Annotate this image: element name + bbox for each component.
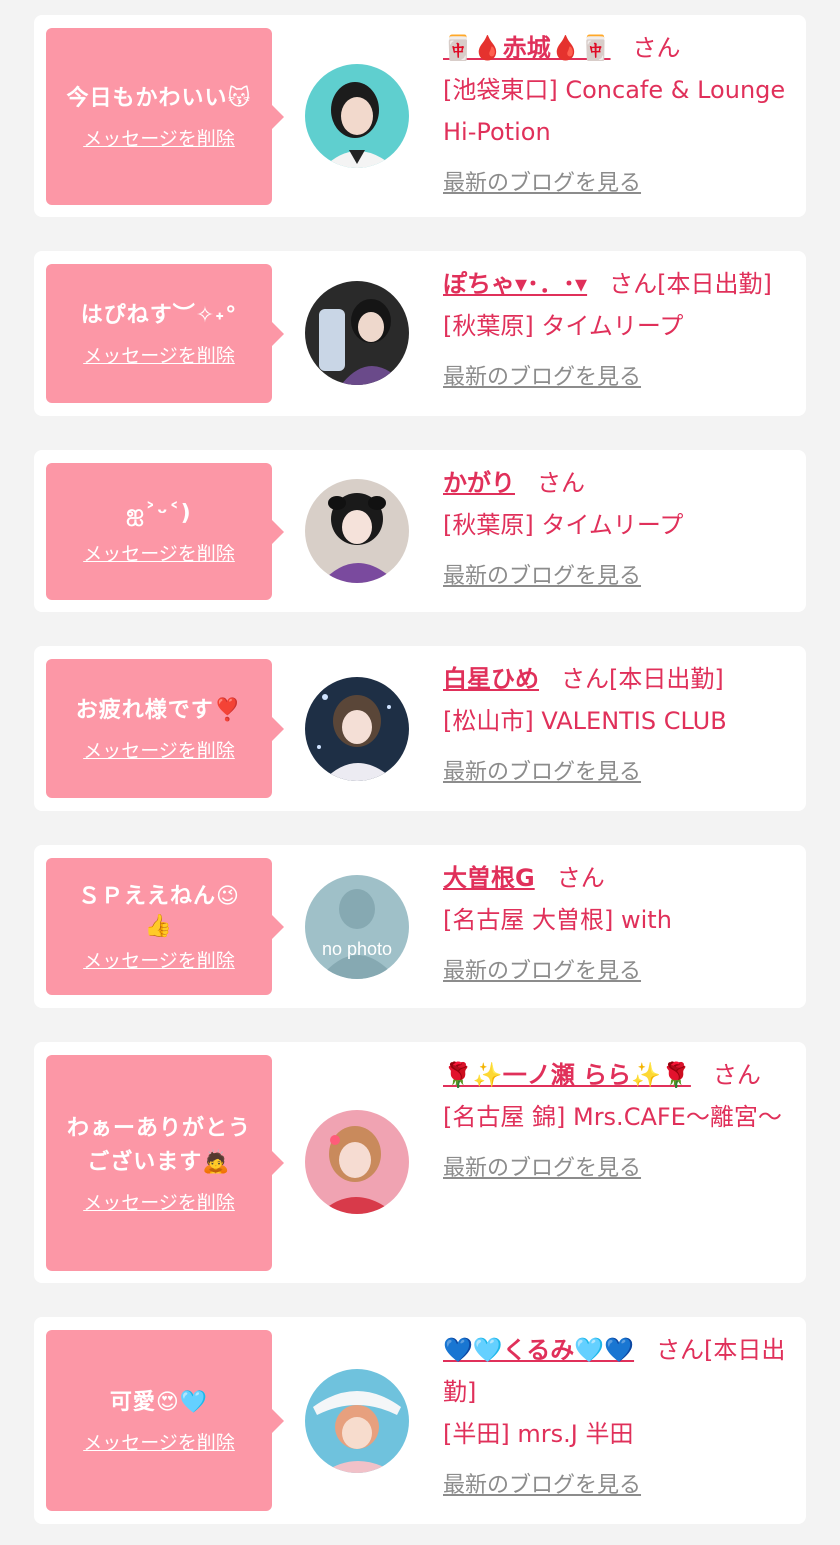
store-name: [名古屋 錦] Mrs.CAFE〜離宮〜: [443, 1103, 782, 1131]
message-card: 今日もかわいい😽 メッセージを削除 🀄🩸赤城🩸🀄 さん [池袋東口] Concaf…: [34, 15, 806, 217]
store-name: [秋葉原] タイムリープ: [443, 312, 684, 340]
cast-info: 🌹✨一ノ瀬 らら✨🌹 さん [名古屋 錦] Mrs.CAFE〜離宮〜 最新のブログ…: [443, 1054, 795, 1182]
name-suffix: さん: [556, 864, 605, 892]
avatar[interactable]: [305, 64, 409, 168]
cast-info: 大曽根G さん [名古屋 大曽根] with 最新のブログを見る: [443, 857, 795, 985]
cast-info: ぽちゃ▾･．･▾ さん[本日出勤] [秋葉原] タイムリープ 最新のブログを見る: [443, 263, 795, 391]
message-text: ஐ˃ᵕ˂): [126, 501, 192, 526]
latest-blog-link[interactable]: 最新のブログを見る: [443, 1467, 641, 1499]
message-text: 可愛😍🩵: [109, 1390, 209, 1415]
cast-name-link[interactable]: 💙🩵くるみ🩵💙: [443, 1336, 634, 1364]
cast-info: かがり さん [秋葉原] タイムリープ 最新のブログを見る: [443, 462, 795, 590]
message-text: ございます🙇: [87, 1149, 231, 1175]
name-suffix: さん: [712, 1061, 761, 1089]
avatar-photo: [305, 677, 409, 781]
avatar-photo: [305, 64, 409, 168]
message-bubble: はぴねす︶✧˖° メッセージを削除: [46, 264, 284, 403]
message-card: ＳＰええねん😉 👍 メッセージを削除 no photo 大曽根G さん [名古屋 …: [34, 845, 806, 1008]
avatar-photo: [305, 479, 409, 583]
store-name: [松山市] VALENTIS CLUB: [443, 707, 727, 735]
cast-name-link[interactable]: ぽちゃ▾･．･▾: [443, 270, 587, 298]
message-text: はぴねす︶✧˖°: [80, 303, 238, 328]
delete-message-link[interactable]: メッセージを削除: [83, 736, 235, 763]
message-card: はぴねす︶✧˖° メッセージを削除 ぽちゃ▾･．･▾ さん[本日出勤] [秋葉原]…: [34, 251, 806, 416]
cast-info: 💙🩵くるみ🩵💙 さん[本日出勤] [半田] mrs.J 半田 最新のブログを見る: [443, 1329, 795, 1499]
message-text: お疲れ様です❣️: [75, 698, 243, 723]
no-photo-avatar: no photo: [305, 875, 409, 979]
avatar-photo: [305, 1110, 409, 1214]
name-suffix: さん[本日出勤]: [561, 665, 724, 693]
name-suffix: さん: [632, 34, 681, 62]
latest-blog-link[interactable]: 最新のブログを見る: [443, 953, 641, 985]
delete-message-link[interactable]: メッセージを削除: [83, 1188, 235, 1215]
latest-blog-link[interactable]: 最新のブログを見る: [443, 165, 641, 197]
cast-name-link[interactable]: 🀄🩸赤城🩸🀄: [443, 34, 611, 62]
cast-name-link[interactable]: かがり: [443, 469, 515, 497]
cast-info: 白星ひめ さん[本日出勤] [松山市] VALENTIS CLUB 最新のブログを…: [443, 658, 795, 786]
name-suffix: さん[本日出勤]: [609, 270, 772, 298]
message-card: お疲れ様です❣️ メッセージを削除 白星ひめ さん[本日出勤] [松山市] VAL…: [34, 646, 806, 811]
message-card: わぁーありがとう ございます🙇 メッセージを削除 🌹✨一ノ瀬 らら✨🌹 さん [名…: [34, 1042, 806, 1283]
avatar[interactable]: [305, 281, 409, 385]
avatar[interactable]: [305, 1110, 409, 1214]
avatar[interactable]: [305, 677, 409, 781]
message-bubble: ＳＰええねん😉 👍 メッセージを削除: [46, 858, 284, 995]
delete-message-link[interactable]: メッセージを削除: [83, 539, 235, 566]
delete-message-link[interactable]: メッセージを削除: [83, 341, 235, 368]
store-name: [池袋東口] Concafe & Lounge Hi-Potion: [443, 76, 786, 146]
store-name: [名古屋 大曽根] with: [443, 906, 672, 934]
avatar[interactable]: no photo: [305, 875, 409, 979]
message-bubble: 今日もかわいい😽 メッセージを削除: [46, 28, 284, 205]
message-bubble: わぁーありがとう ございます🙇 メッセージを削除: [46, 1055, 284, 1271]
message-bubble: お疲れ様です❣️ メッセージを削除: [46, 659, 284, 798]
store-name: [秋葉原] タイムリープ: [443, 511, 684, 539]
latest-blog-link[interactable]: 最新のブログを見る: [443, 754, 641, 786]
no-photo-label: no photo: [322, 939, 392, 959]
avatar[interactable]: [305, 479, 409, 583]
store-name: [半田] mrs.J 半田: [443, 1420, 634, 1448]
message-bubble: ஐ˃ᵕ˂) メッセージを削除: [46, 463, 284, 600]
delete-message-link[interactable]: メッセージを削除: [83, 1428, 235, 1455]
avatar-photo: [305, 1369, 409, 1473]
cast-name-link[interactable]: 大曽根G: [443, 864, 535, 892]
avatar-photo: [305, 281, 409, 385]
cast-name-link[interactable]: 白星ひめ: [443, 665, 539, 693]
delete-message-link[interactable]: メッセージを削除: [83, 124, 235, 151]
cast-name-link[interactable]: 🌹✨一ノ瀬 らら✨🌹: [443, 1061, 691, 1089]
name-suffix: さん: [537, 469, 585, 497]
message-text: ＳＰええねん😉: [78, 884, 240, 909]
message-text: わぁーありがとう: [66, 1115, 251, 1141]
cast-info: 🀄🩸赤城🩸🀄 さん [池袋東口] Concafe & Lounge Hi-Poti…: [443, 27, 795, 197]
message-card: ஐ˃ᵕ˂) メッセージを削除 かがり さん [秋葉原] タイムリープ 最新のブログ…: [34, 450, 806, 612]
latest-blog-link[interactable]: 最新のブログを見る: [443, 558, 641, 590]
avatar[interactable]: [305, 1369, 409, 1473]
latest-blog-link[interactable]: 最新のブログを見る: [443, 1150, 641, 1182]
message-text: 👍: [144, 914, 174, 939]
latest-blog-link[interactable]: 最新のブログを見る: [443, 359, 641, 391]
message-text: 今日もかわいい😽: [66, 86, 252, 111]
delete-message-link[interactable]: メッセージを削除: [83, 946, 235, 973]
message-bubble: 可愛😍🩵 メッセージを削除: [46, 1330, 284, 1511]
message-card: 可愛😍🩵 メッセージを削除 💙🩵くるみ🩵💙 さん[本日出勤] [半田] mrs.J…: [34, 1317, 806, 1524]
